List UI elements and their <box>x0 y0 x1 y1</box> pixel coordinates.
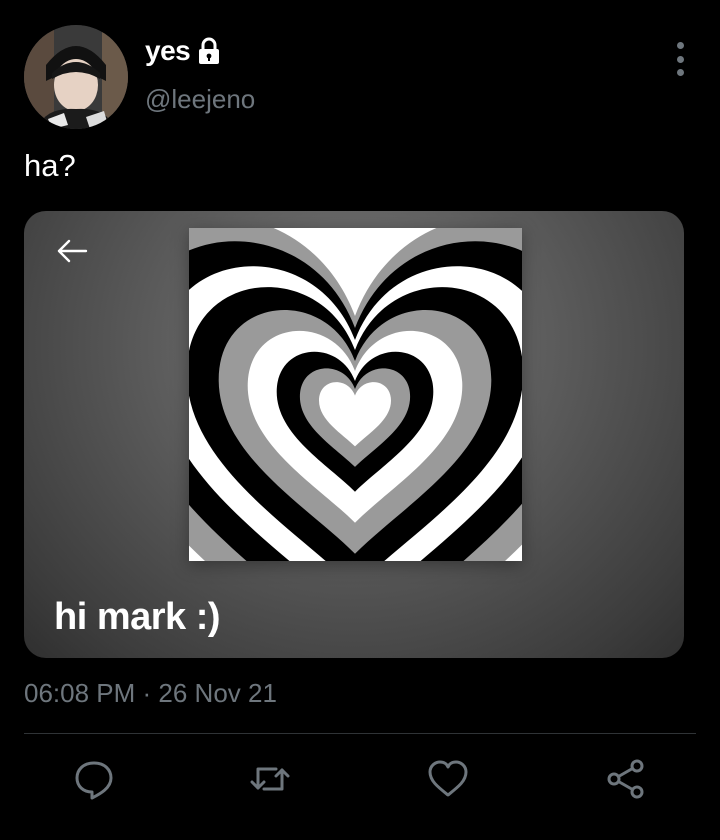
like-button[interactable] <box>426 757 470 801</box>
retweet-icon <box>248 757 292 801</box>
user-handle[interactable]: @leejeno <box>145 84 255 115</box>
more-options-button[interactable] <box>670 42 690 76</box>
share-button[interactable] <box>604 757 648 801</box>
tweet-text: ha? <box>24 148 76 183</box>
divider <box>24 733 696 734</box>
lock-icon <box>196 37 222 65</box>
speech-bubble-icon <box>72 757 116 801</box>
heart-icon <box>426 757 470 801</box>
back-arrow-icon[interactable] <box>54 233 90 269</box>
share-icon <box>604 757 648 801</box>
media-card[interactable]: hi mark :) <box>24 211 684 658</box>
reply-button[interactable] <box>72 757 116 801</box>
display-name[interactable]: yes <box>145 35 222 67</box>
more-dot-icon <box>676 69 684 76</box>
more-dot-icon <box>676 42 684 49</box>
retweet-button[interactable] <box>248 757 292 801</box>
more-dot-icon <box>676 55 684 63</box>
avatar[interactable] <box>24 25 128 129</box>
media-caption: hi mark :) <box>54 596 221 638</box>
tweet-action-bar <box>0 757 720 807</box>
concentric-heart-image <box>189 228 522 561</box>
tweet-timestamp[interactable]: 06:08 PM · 26 Nov 21 <box>24 678 277 709</box>
display-name-text: yes <box>145 35 191 66</box>
